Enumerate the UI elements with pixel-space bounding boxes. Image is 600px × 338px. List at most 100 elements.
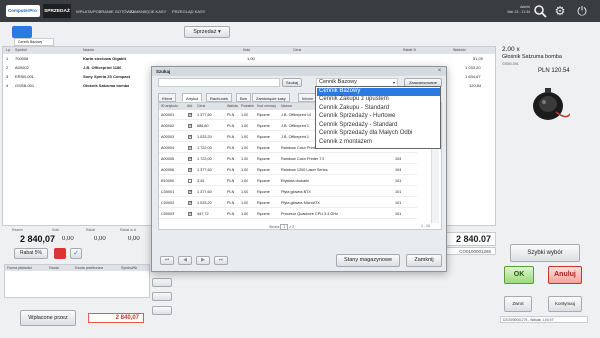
tab-close-register[interactable]: ZAMKNIĘCIE KASY bbox=[130, 4, 166, 18]
active-checkbox[interactable] bbox=[188, 123, 193, 129]
price-option[interactable]: Cennik Sprzedaży - Standard bbox=[317, 122, 440, 130]
tab-sales[interactable]: SPRZEDAŻ bbox=[43, 4, 71, 18]
cell-stock: 101 bbox=[395, 212, 402, 216]
active-checkbox[interactable] bbox=[188, 189, 193, 195]
cell-tax: 1.00 bbox=[241, 201, 249, 205]
price-list-dropdown[interactable]: Cennik Bazowy Cennik Zakupu z upustem Ce… bbox=[315, 86, 441, 149]
tab-client[interactable]: Klient bbox=[158, 93, 177, 102]
col-tax: Podatek bbox=[241, 104, 254, 108]
nav-button[interactable] bbox=[152, 306, 172, 315]
cell-name: Rainbow Color Printer 7.5 bbox=[281, 157, 325, 161]
cell-price: 686,80 bbox=[197, 124, 209, 128]
close-button[interactable]: Zamknij bbox=[406, 254, 442, 267]
gear-icon[interactable]: ⚙ bbox=[552, 4, 568, 18]
cell-price: 1 722,00 bbox=[197, 146, 212, 150]
client-field[interactable]: Cennik Bazowy bbox=[14, 38, 54, 46]
col-currency: Waluta bbox=[227, 104, 238, 108]
cell-name: Rainbow 1200 Laser Series bbox=[281, 168, 328, 172]
cell-code: Ręczne bbox=[257, 212, 270, 216]
row-name: J.B. Officeprint 1186 bbox=[83, 65, 122, 70]
next-page-button[interactable]: ▶ bbox=[196, 256, 210, 265]
col-name: Nazwa bbox=[83, 48, 94, 52]
page-of: z 2 bbox=[289, 225, 294, 229]
first-page-button[interactable]: ⏮ bbox=[160, 256, 174, 265]
col-article-id: ID artykułu bbox=[161, 104, 178, 108]
row-value: 1 033,20 bbox=[465, 65, 481, 70]
status-footer: D2/20/00001775 - Waluta: 1,00 ET bbox=[500, 316, 588, 323]
active-checkbox[interactable] bbox=[188, 200, 193, 206]
price-option[interactable]: Cennik Zakupu z upustem bbox=[317, 96, 440, 104]
col-discount: Rabat % bbox=[403, 48, 417, 52]
row-lp: 4 bbox=[6, 83, 9, 88]
payment-total-field[interactable]: 2 840,07 bbox=[88, 313, 144, 323]
page-input[interactable]: 1 bbox=[280, 224, 289, 230]
active-checkbox[interactable] bbox=[188, 179, 192, 183]
cell-stock: 101 bbox=[395, 179, 402, 183]
active-checkbox[interactable] bbox=[188, 167, 193, 173]
ok-button[interactable]: OK bbox=[504, 266, 534, 284]
cell-tax: 1.00 bbox=[241, 190, 249, 194]
tab-article[interactable]: Artykuł bbox=[182, 93, 203, 102]
active-checkbox[interactable] bbox=[188, 112, 193, 118]
search-icon[interactable] bbox=[532, 4, 548, 18]
discount-zl-value: 0,00 bbox=[128, 236, 140, 242]
total-label: Razem bbox=[12, 228, 24, 232]
price-option[interactable]: Cennik Sprzedaży dla Małych Odbi bbox=[317, 130, 440, 138]
cell-id: B10000 bbox=[161, 179, 175, 183]
price-option[interactable]: Cennik Bazowy bbox=[317, 88, 440, 96]
table-row[interactable]: B10000 3,44 PLN 1.00 Ręczne Etykieta drukarki… bbox=[159, 177, 417, 186]
active-checkbox[interactable] bbox=[188, 156, 193, 162]
cell-id: A00003 bbox=[161, 135, 175, 139]
col-symbol: Symbol bbox=[15, 48, 27, 52]
product-panel: 2.00 x Głośnik Satzuma bomba GSSB-001 PL… bbox=[500, 24, 598, 214]
delete-line-button[interactable] bbox=[54, 248, 66, 259]
nav-button[interactable] bbox=[152, 278, 172, 287]
tab-receipt[interactable]: Rachunek bbox=[206, 93, 233, 102]
cell-tax: 1.00 bbox=[241, 179, 249, 183]
active-checkbox[interactable] bbox=[188, 145, 193, 151]
table-row[interactable]: A00005 1 722,00 PLN 1.00 Ręczne Rainbow Color… bbox=[159, 155, 417, 164]
cancel-button[interactable]: Anuluj bbox=[548, 266, 582, 284]
search-button[interactable]: Szukaj bbox=[282, 78, 302, 87]
active-checkbox[interactable] bbox=[188, 134, 193, 140]
cell-id: A00005 bbox=[161, 157, 175, 161]
return-button[interactable]: Zwrot bbox=[504, 296, 532, 312]
prepaid-button[interactable]: Wpłacone przez bbox=[20, 310, 76, 326]
continue-button[interactable]: Kontynuuj bbox=[548, 296, 582, 312]
discount-5-button[interactable]: Rabat 5% bbox=[14, 248, 48, 259]
user-info: Admin Mar 23 - 11:34 bbox=[502, 5, 530, 15]
stock-levels-button[interactable]: Stany magazynowe bbox=[336, 254, 400, 267]
doc-type-select[interactable]: Sprzedaż ▾ bbox=[184, 26, 230, 38]
tab-close-register[interactable]: Zamknięcie kasy bbox=[252, 93, 290, 102]
cell-code: Ręczne bbox=[257, 135, 270, 139]
table-row[interactable]: C00001 1 377,60 PLN 1.00 Ręczne Płyta główna … bbox=[159, 188, 417, 197]
active-checkbox[interactable] bbox=[188, 211, 193, 217]
tab-register-review[interactable]: PRZEGLĄD KASY bbox=[172, 4, 205, 18]
table-row[interactable]: 1 700008 Karta sieciowa Gigabit 1,00 51,… bbox=[3, 55, 495, 63]
cell-code: Ręczne bbox=[257, 124, 270, 128]
price-option[interactable]: Cennik Zakupu - Standard bbox=[317, 105, 440, 113]
close-icon[interactable]: × bbox=[435, 68, 444, 75]
table-row[interactable]: A00006 1 377,60 PLN 1.00 Ręczne Rainbow 1200 … bbox=[159, 166, 417, 175]
new-document-button[interactable] bbox=[12, 26, 32, 38]
price-option[interactable]: Cennik Sprzedaży - Hurtowe bbox=[317, 113, 440, 121]
search-input[interactable] bbox=[158, 78, 280, 87]
discount-zl-label: Rabat w zł bbox=[120, 228, 137, 232]
quick-select-button[interactable]: Szybki wybór bbox=[510, 244, 580, 262]
table-row[interactable]: C00003 447,72 PLN 1.00 Ręczne Procesor Quadco… bbox=[159, 210, 417, 219]
prev-page-button[interactable]: ◀ bbox=[178, 256, 192, 265]
cell-cur: PLN bbox=[227, 168, 235, 172]
cell-code: Ręczne bbox=[257, 201, 270, 205]
cell-price: 1 722,00 bbox=[197, 157, 212, 161]
cell-tax: 1.00 bbox=[241, 212, 249, 216]
tab-cash-in-out[interactable]: WPŁATA/POBRANIE GOTÓWKI bbox=[76, 4, 134, 18]
last-page-button[interactable]: ⏭ bbox=[214, 256, 228, 265]
check-icon[interactable]: ✓ bbox=[70, 248, 82, 259]
table-row[interactable]: C00002 1 033,20 PLN 1.00 Ręczne Płyta główna … bbox=[159, 199, 417, 208]
cell-code: Ręczne bbox=[257, 146, 270, 150]
price-option[interactable]: Cennik z montażem bbox=[317, 139, 440, 147]
cell-cur: PLN bbox=[227, 179, 235, 183]
tab-voucher[interactable]: Bon bbox=[236, 93, 252, 102]
nav-button[interactable] bbox=[152, 292, 172, 301]
power-icon[interactable]: ⏻ bbox=[574, 4, 590, 18]
